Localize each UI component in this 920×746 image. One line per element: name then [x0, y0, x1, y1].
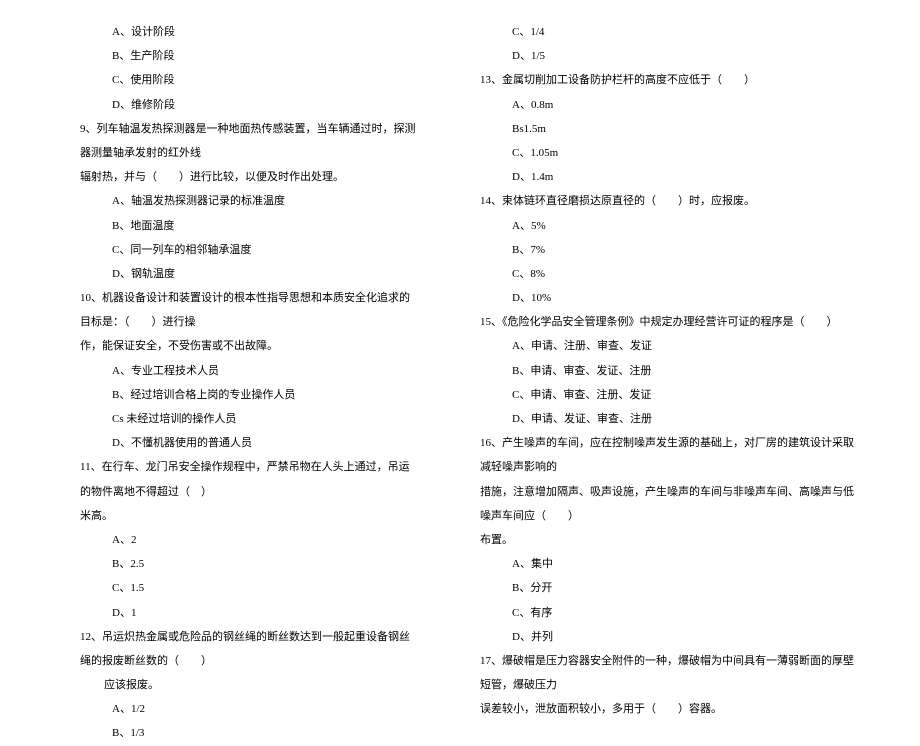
- q16-option-a: A、集中: [480, 552, 860, 576]
- q11-option-c: C、1.5: [80, 576, 420, 600]
- q13-option-b: Bs1.5m: [480, 117, 860, 141]
- q9-text-line2: 辐射热，并与（ ）进行比较，以便及时作出处理。: [80, 165, 420, 189]
- q8-option-b: B、生产阶段: [80, 44, 420, 68]
- q16-text-line3: 布置。: [480, 528, 860, 552]
- q9-option-d: D、钢轨温度: [80, 262, 420, 286]
- q9-option-a: A、轴温发热探测器记录的标准温度: [80, 189, 420, 213]
- q12-option-d: D、1/5: [480, 44, 860, 68]
- q11-option-d: D、1: [80, 601, 420, 625]
- q12-text-line1: 12、吊运炽热金属或危险品的钢丝绳的断丝数达到一般起重设备钢丝绳的报废断丝数的（…: [80, 625, 420, 673]
- q16-text-line1: 16、产生噪声的车间，应在控制噪声发生源的基础上，对厂房的建筑设计采取减轻噪声影…: [480, 431, 860, 479]
- q14-option-b: B、7%: [480, 238, 860, 262]
- q13-option-c: C、1.05m: [480, 141, 860, 165]
- q11-option-b: B、2.5: [80, 552, 420, 576]
- q13-option-a: A、0.8m: [480, 93, 860, 117]
- q15-option-c: C、申请、审查、注册、发证: [480, 383, 860, 407]
- q12-option-c: C、1/4: [480, 20, 860, 44]
- q11-option-a: A、2: [80, 528, 420, 552]
- q14-option-a: A、5%: [480, 214, 860, 238]
- q16-option-b: B、分开: [480, 576, 860, 600]
- q12-text-line2: 应该报废。: [80, 673, 420, 697]
- q15-text: 15、《危险化学品安全管理条例》中规定办理经营许可证的程序是（ ）: [480, 310, 860, 334]
- q16-option-c: C、有序: [480, 601, 860, 625]
- q15-option-a: A、申请、注册、审查、发证: [480, 334, 860, 358]
- q15-option-d: D、申请、发证、审查、注册: [480, 407, 860, 431]
- q10-text-line1: 10、机器设备设计和装置设计的根本性指导思想和本质安全化追求的目标是：（ ）进行…: [80, 286, 420, 334]
- q10-option-a: A、专业工程技术人员: [80, 359, 420, 383]
- q13-option-d: D、1.4m: [480, 165, 860, 189]
- q17-text-line2: 误差较小，泄放面积较小，多用于（ ）容器。: [480, 697, 860, 721]
- q16-text-line2: 措施，注意增加隔声、吸声设施，产生噪声的车间与非噪声车间、高噪声与低噪声车间应（…: [480, 480, 860, 528]
- q8-option-c: C、使用阶段: [80, 68, 420, 92]
- q14-text: 14、束体链环直径磨损达原直径的（ ）时，应报废。: [480, 189, 860, 213]
- q14-option-d: D、10%: [480, 286, 860, 310]
- q9-option-c: C、同一列车的相邻轴承温度: [80, 238, 420, 262]
- q9-option-b: B、地面温度: [80, 214, 420, 238]
- q17-text-line1: 17、爆破帽是压力容器安全附件的一种，爆破帽为中间具有一薄弱断面的厚壁短管，爆破…: [480, 649, 860, 697]
- q11-text-line2: 米高。: [80, 504, 420, 528]
- q8-option-d: D、维修阶段: [80, 93, 420, 117]
- q12-option-b: B、1/3: [80, 721, 420, 745]
- q9-text-line1: 9、列车轴温发热探测器是一种地面热传感装置，当车辆通过时，探测器测量轴承发射的红…: [80, 117, 420, 165]
- q10-text-line2: 作，能保证安全，不受伤害或不出故障。: [80, 334, 420, 358]
- q8-option-a: A、设计阶段: [80, 20, 420, 44]
- q15-option-b: B、申请、审查、发证、注册: [480, 359, 860, 383]
- q13-text: 13、金属切削加工设备防护栏杆的高度不应低于（ ）: [480, 68, 860, 92]
- q12-option-a: A、1/2: [80, 697, 420, 721]
- q14-option-c: C、8%: [480, 262, 860, 286]
- q10-option-c: Cs 未经过培训的操作人员: [80, 407, 420, 431]
- q16-option-d: D、并列: [480, 625, 860, 649]
- q10-option-b: B、经过培训合格上岗的专业操作人员: [80, 383, 420, 407]
- q10-option-d: D、不懂机器使用的普通人员: [80, 431, 420, 455]
- q11-text-line1: 11、在行车、龙门吊安全操作规程中，严禁吊物在人头上通过，吊运的物件离地不得超过…: [80, 455, 420, 503]
